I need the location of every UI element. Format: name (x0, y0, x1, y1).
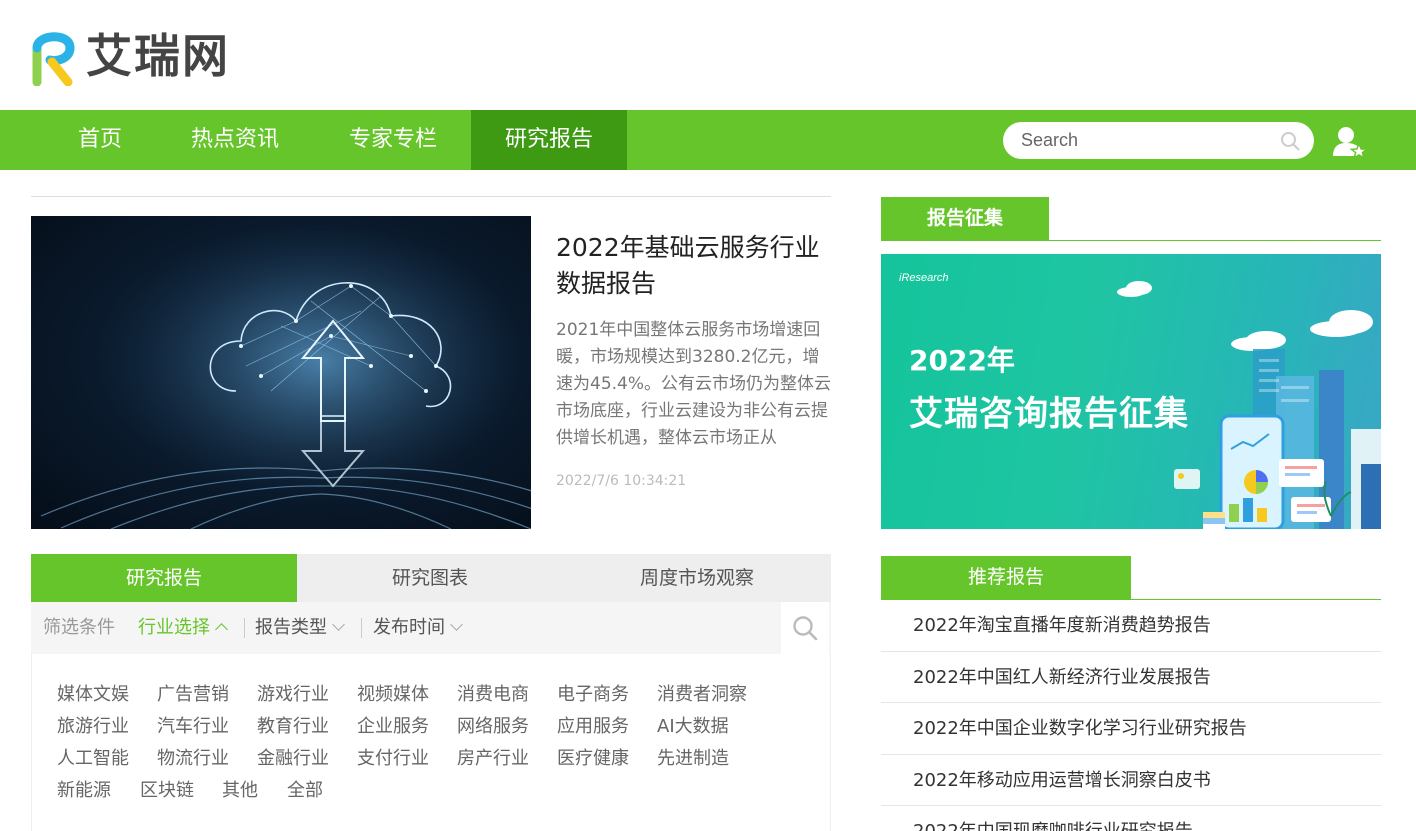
industry-option[interactable]: 医疗健康 (557, 747, 629, 771)
recommended-report-link[interactable]: 2022年淘宝直播年度新消费趋势报告 (881, 600, 1381, 652)
search-icon[interactable] (1280, 131, 1300, 151)
call-for-reports-title: 报告征集 (881, 197, 1049, 240)
industry-option[interactable]: 网络服务 (457, 715, 529, 739)
chevron-down-icon (332, 618, 345, 631)
nav-item-home[interactable]: 首页 (58, 110, 142, 170)
nav-item-hot-news[interactable]: 热点资讯 (172, 110, 298, 170)
industry-option[interactable]: 先进制造 (657, 747, 729, 771)
industry-option[interactable]: 消费者洞察 (657, 683, 747, 707)
recommended-report-link[interactable]: 2022年移动应用运营增长洞察白皮书 (881, 755, 1381, 806)
city-illustration-icon (1117, 281, 1381, 529)
industry-list: 媒体文娱 广告营销 游戏行业 视频媒体 消费电商 电子商务 消费者洞察 旅游行业… (31, 654, 831, 831)
recommended-report-link[interactable]: 2022年中国企业数字化学习行业研究报告 (881, 703, 1381, 755)
industry-option[interactable]: 视频媒体 (357, 683, 429, 707)
industry-option[interactable]: 新能源 (57, 779, 111, 803)
nav-item-research-reports[interactable]: 研究报告 (471, 110, 627, 170)
search-icon (793, 616, 818, 641)
featured-summary: 2021年中国整体云服务市场增速回暖，市场规模达到3280.2亿元，增速为45.… (556, 320, 832, 448)
industry-option[interactable]: 房产行业 (457, 747, 529, 771)
recommended-report-link[interactable]: 2022年中国现磨咖啡行业研究报告 (881, 806, 1381, 831)
recommended-report-link[interactable]: 2022年中国红人新经济行业发展报告 (881, 652, 1381, 703)
content-tabs: 研究报告 研究图表 周度市场观察 (31, 554, 831, 602)
industry-option[interactable]: 旅游行业 (57, 715, 129, 739)
main-nav: 首页 热点资讯 专家专栏 研究报告 (0, 110, 1416, 170)
industry-option[interactable]: 消费电商 (457, 683, 529, 707)
call-for-reports-banner[interactable]: iResearch 2022年 艾瑞咨询报告征集 (881, 254, 1381, 529)
filter-report-type[interactable]: 报告类型 (255, 602, 345, 654)
industry-option[interactable]: 应用服务 (557, 715, 629, 739)
filter-publish-time-label: 发布时间 (373, 617, 445, 638)
cloud-upload-icon (40, 226, 531, 529)
filter-industry-label: 行业选择 (138, 617, 210, 638)
divider (361, 618, 362, 638)
site-logo[interactable]: 艾瑞网 (30, 26, 230, 86)
filter-bar: 筛选条件 行业选择 报告类型 发布时间 (31, 602, 831, 654)
iresearch-logo-icon (32, 32, 75, 86)
call-for-reports-header: 报告征集 (881, 196, 1381, 241)
recommended-list: 2022年淘宝直播年度新消费趋势报告 2022年中国红人新经济行业发展报告 20… (881, 600, 1381, 831)
industry-option[interactable]: 全部 (287, 779, 323, 803)
site-header: 艾瑞网 (0, 0, 1416, 110)
divider (244, 618, 245, 638)
industry-option[interactable]: 物流行业 (157, 747, 229, 771)
industry-option[interactable]: AI大数据 (657, 715, 729, 739)
tab-research-reports[interactable]: 研究报告 (31, 554, 297, 602)
industry-option[interactable]: 汽车行业 (157, 715, 229, 739)
industry-option[interactable]: 人工智能 (57, 747, 129, 771)
filter-search-button[interactable] (781, 602, 829, 654)
recommended-header: 推荐报告 (881, 555, 1381, 600)
tab-weekly-market[interactable]: 周度市场观察 (563, 554, 831, 602)
filter-publish-time[interactable]: 发布时间 (373, 602, 463, 654)
recommended-title: 推荐报告 (881, 556, 1131, 599)
user-icon[interactable] (1331, 124, 1367, 160)
tab-research-charts[interactable]: 研究图表 (297, 554, 563, 602)
industry-option[interactable]: 电子商务 (557, 683, 629, 707)
industry-option[interactable]: 企业服务 (357, 715, 429, 739)
featured-image[interactable] (31, 216, 531, 529)
industry-option[interactable]: 区块链 (140, 779, 194, 803)
filter-report-type-label: 报告类型 (255, 617, 327, 638)
industry-option[interactable]: 游戏行业 (257, 683, 329, 707)
chevron-down-icon (450, 618, 463, 631)
industry-option[interactable]: 广告营销 (157, 683, 229, 707)
search-input[interactable] (1021, 128, 1271, 153)
divider (31, 196, 831, 197)
nav-item-expert-column[interactable]: 专家专栏 (330, 110, 456, 170)
filter-label: 筛选条件 (43, 617, 115, 638)
chevron-up-icon (215, 623, 228, 636)
logo-text: 艾瑞网 (86, 29, 230, 83)
featured-date: 2022/7/6 10:34:21 (556, 473, 687, 489)
industry-option[interactable]: 其他 (222, 779, 258, 803)
industry-option[interactable]: 金融行业 (257, 747, 329, 771)
filter-industry[interactable]: 行业选择 (138, 602, 228, 654)
industry-option[interactable]: 支付行业 (357, 747, 429, 771)
industry-option[interactable]: 媒体文娱 (57, 683, 129, 707)
search-box (1003, 122, 1314, 159)
industry-option[interactable]: 教育行业 (257, 715, 329, 739)
featured-title[interactable]: 2022年基础云服务行业数据报告 (556, 230, 836, 302)
